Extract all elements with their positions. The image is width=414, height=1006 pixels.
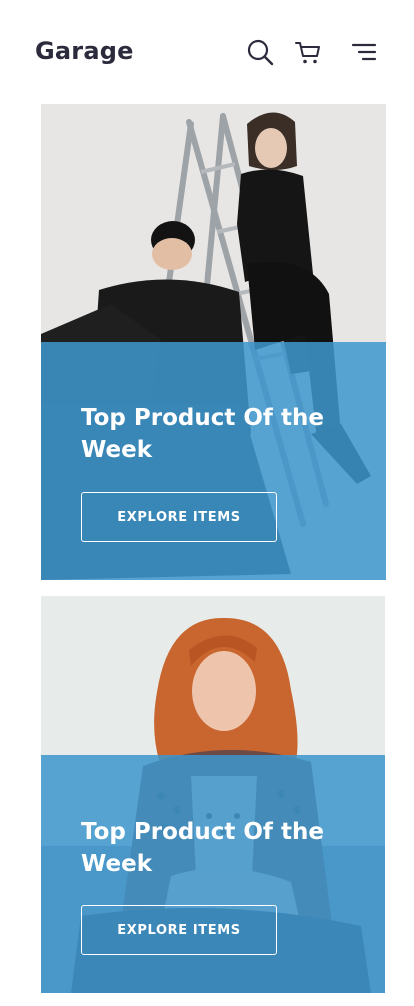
cart-icon[interactable]: [294, 40, 322, 66]
card-title: Top Product Of the Week: [81, 819, 324, 877]
promo-card-1: Top Product Of the Week EXPLORE ITEMS: [41, 104, 386, 580]
explore-items-button[interactable]: EXPLORE ITEMS: [81, 492, 277, 542]
card-title: Top Product Of the Week: [81, 405, 324, 463]
promo-card-2: Top Product Of the Week EXPLORE ITEMS: [41, 596, 385, 993]
menu-icon[interactable]: [351, 42, 377, 62]
site-header: Garage: [0, 0, 414, 104]
search-icon[interactable]: [246, 38, 274, 66]
explore-items-button[interactable]: EXPLORE ITEMS: [81, 905, 277, 955]
brand-logo[interactable]: Garage: [35, 37, 134, 65]
